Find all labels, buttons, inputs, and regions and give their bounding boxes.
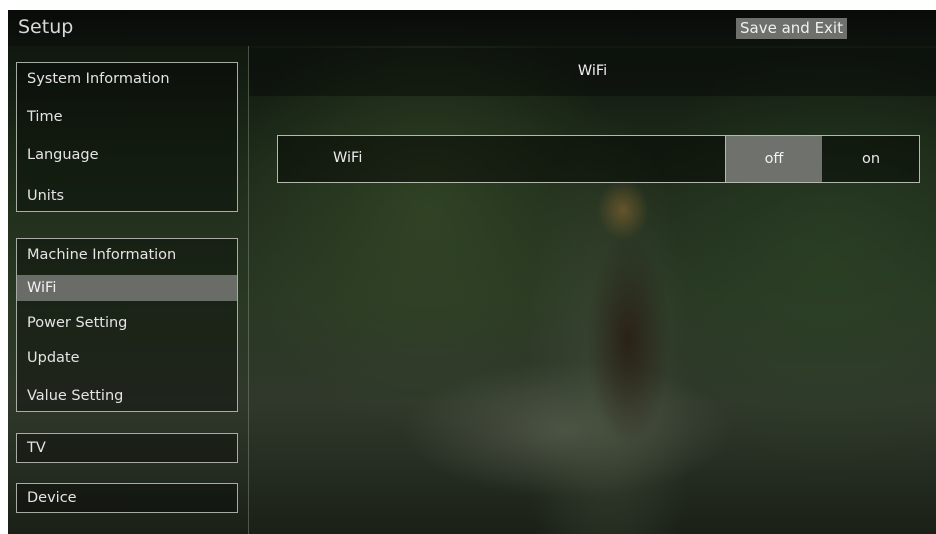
sidebar-item-value-setting[interactable]: Value Setting xyxy=(17,384,237,408)
sidebar-group-machine: Machine Information WiFi Power Setting U… xyxy=(16,238,238,412)
save-and-exit-button[interactable]: Save and Exit xyxy=(736,18,847,39)
setup-screen: Setup Save and Exit System Information T… xyxy=(8,10,936,534)
wifi-off-option[interactable]: off xyxy=(726,136,822,182)
sidebar-item-update[interactable]: Update xyxy=(17,346,237,370)
top-bar: Setup Save and Exit xyxy=(8,10,936,46)
sidebar-item-wifi[interactable]: WiFi xyxy=(17,275,237,301)
sidebar-item-power-setting[interactable]: Power Setting xyxy=(17,311,237,335)
sidebar-group-device: Device xyxy=(16,483,238,513)
sidebar-item-time[interactable]: Time xyxy=(17,105,237,129)
sidebar-item-tv[interactable]: TV xyxy=(17,436,237,460)
sidebar-item-device[interactable]: Device xyxy=(17,486,237,510)
wifi-setting-row: WiFi off on xyxy=(277,135,920,183)
content-title: WiFi xyxy=(577,63,608,79)
content-header: WiFi xyxy=(249,48,936,96)
sidebar: System Information Time Language Units M… xyxy=(8,46,248,534)
sidebar-divider xyxy=(248,46,249,534)
page-title: Setup xyxy=(18,16,74,38)
wifi-on-option[interactable]: on xyxy=(823,136,919,182)
sidebar-item-units[interactable]: Units xyxy=(17,184,237,208)
sidebar-item-system-information[interactable]: System Information xyxy=(17,67,237,91)
sidebar-item-machine-information[interactable]: Machine Information xyxy=(17,243,237,267)
sidebar-group-system: System Information Time Language Units xyxy=(16,62,238,212)
wifi-setting-label: WiFi xyxy=(333,150,363,166)
sidebar-item-language[interactable]: Language xyxy=(17,143,237,167)
sidebar-group-tv: TV xyxy=(16,433,238,463)
